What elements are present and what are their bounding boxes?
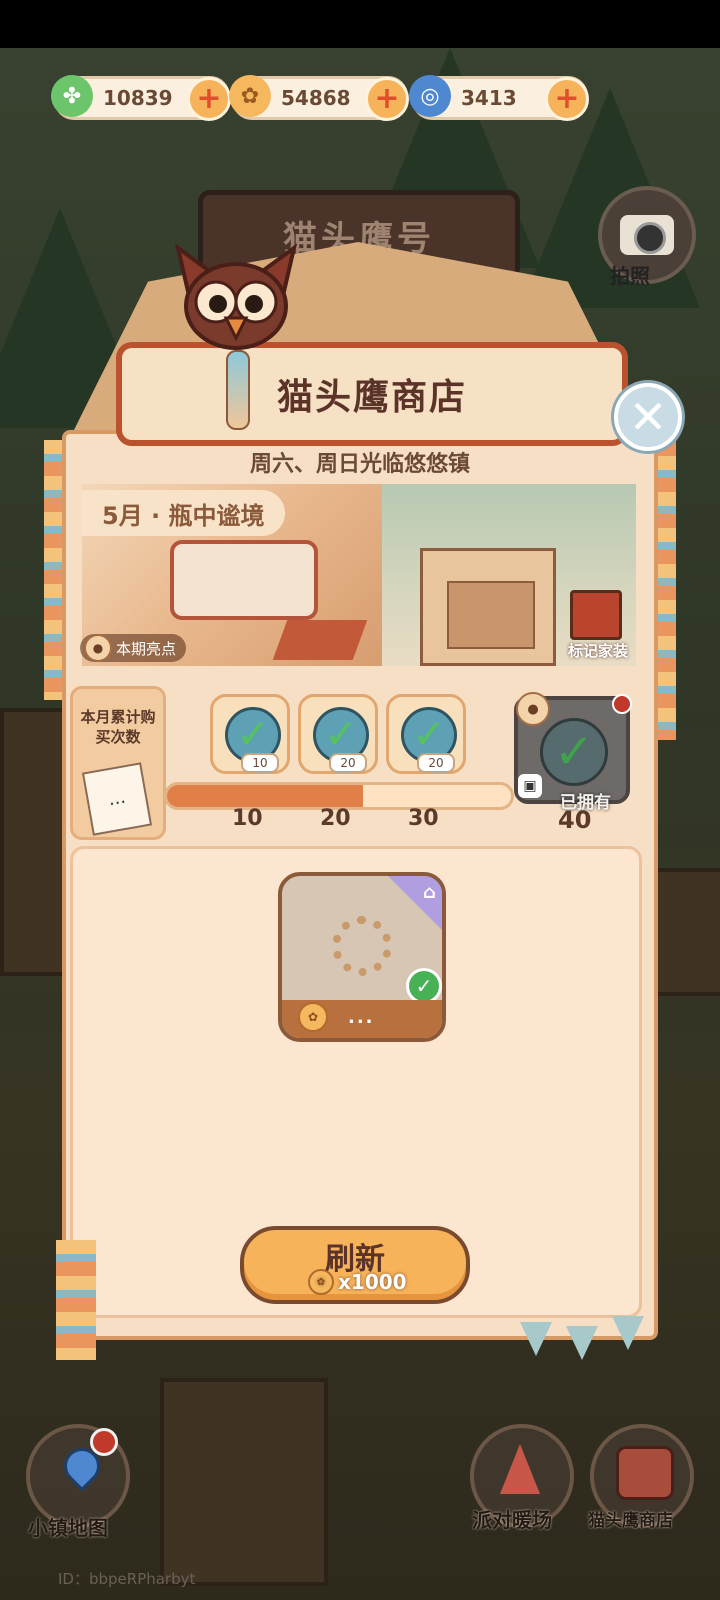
eye-icon: ● (84, 634, 112, 662)
gold-coin-icon: ✿ (229, 75, 271, 117)
item-price: ... (348, 1007, 375, 1028)
mark-furniture-button[interactable]: 标记家装 (560, 590, 630, 664)
add-clover-button[interactable]: + (187, 77, 231, 121)
bunting-flag (566, 1326, 598, 1360)
bunting-flag (520, 1322, 552, 1356)
owl-shop-icon (616, 1446, 674, 1500)
user-id: ID：bbpeRPharbyt (58, 1570, 196, 1588)
currency-gold: ✿ 54868 + (229, 75, 409, 121)
add-gold-button[interactable]: + (365, 77, 409, 121)
party-icon (500, 1444, 540, 1494)
progress-tick: 20 (320, 806, 351, 831)
notification-dot (90, 1428, 118, 1456)
owned-check-icon: ✓ (406, 968, 442, 1004)
book-icon (570, 590, 622, 640)
refresh-button[interactable]: 刷新 ✿ x1000 (240, 1226, 470, 1304)
check-icon: ✓ (540, 718, 608, 786)
bunting-flag (612, 1316, 644, 1350)
shop-subtitle: 周六、周日光临悠悠镇 (249, 452, 470, 477)
shop-item-card[interactable]: ⌂ ✓ ✿ ... (278, 872, 446, 1042)
monthly-count-label: 本月累计购买次数 (80, 708, 156, 746)
reward-badge: 20 (417, 753, 455, 773)
town-map-label: 小镇地图 (28, 1516, 108, 1540)
purchase-progress: 本月累计购买次数 ... ✓ 10 ✓ 20 ✓ 20 10 20 30 ✓ ●… (70, 686, 636, 840)
reward-badge: 10 (241, 753, 279, 773)
gold-coin-icon: ✿ (298, 1002, 328, 1032)
mark-furniture-label: 标记家装 (567, 642, 628, 660)
currency-clover: ✤ 10839 + (51, 75, 231, 121)
camera-icon (620, 215, 674, 255)
loading-spinner-icon (332, 916, 392, 976)
close-button[interactable]: ✕ (614, 383, 682, 451)
highlight-button[interactable]: ● 本期亮点 (80, 634, 187, 662)
shop-title: 猫头鹰商店 (276, 377, 467, 418)
reward-tier-1[interactable]: ✓ 10 (210, 694, 290, 774)
featured-sofa (170, 540, 318, 620)
camera-label: 拍照 (610, 264, 650, 288)
add-blue-button[interactable]: + (545, 77, 589, 121)
progress-tick: 40 (558, 806, 592, 834)
blue-swirl-icon: ◎ (409, 75, 451, 117)
refresh-cost-value: x1000 (338, 1270, 407, 1294)
owl-shop-label: 猫头鹰商店 (588, 1511, 673, 1531)
reward-tier-3[interactable]: ✓ 20 (386, 694, 466, 774)
month-theme-tag: 5月 · 瓶中谧境 (82, 490, 285, 536)
featured-rug (272, 620, 368, 660)
gold-value: 54868 (281, 86, 351, 110)
feather-charm (226, 350, 250, 430)
lock-icon: ▣ (518, 774, 542, 798)
currency-blue: ◎ 3413 + (409, 75, 589, 121)
reward-tier-2[interactable]: ✓ 20 (298, 694, 378, 774)
status-bar (0, 0, 720, 48)
highlight-label: 本期亮点 (116, 639, 177, 658)
bottom-left-drape (56, 1240, 96, 1360)
owl-mascot-icon (174, 243, 298, 350)
gold-coin-icon: ✿ (308, 1269, 334, 1295)
clover-coin-icon: ✤ (51, 75, 93, 117)
eye-icon[interactable]: ● (516, 692, 550, 726)
featured-room (420, 548, 556, 666)
reward-badge: 20 (329, 753, 367, 773)
progress-fill (167, 785, 364, 807)
progress-tick: 10 (232, 806, 263, 831)
progress-tick: 30 (408, 806, 439, 831)
clover-value: 10839 (103, 86, 173, 110)
paper-icon: ... (81, 762, 153, 836)
notification-dot (612, 694, 632, 714)
blue-value: 3413 (461, 86, 517, 110)
party-label: 派对暖场 (472, 1508, 552, 1532)
refresh-cost: ✿ x1000 (308, 1269, 407, 1295)
monthly-count-card: 本月累计购买次数 ... (70, 686, 166, 840)
